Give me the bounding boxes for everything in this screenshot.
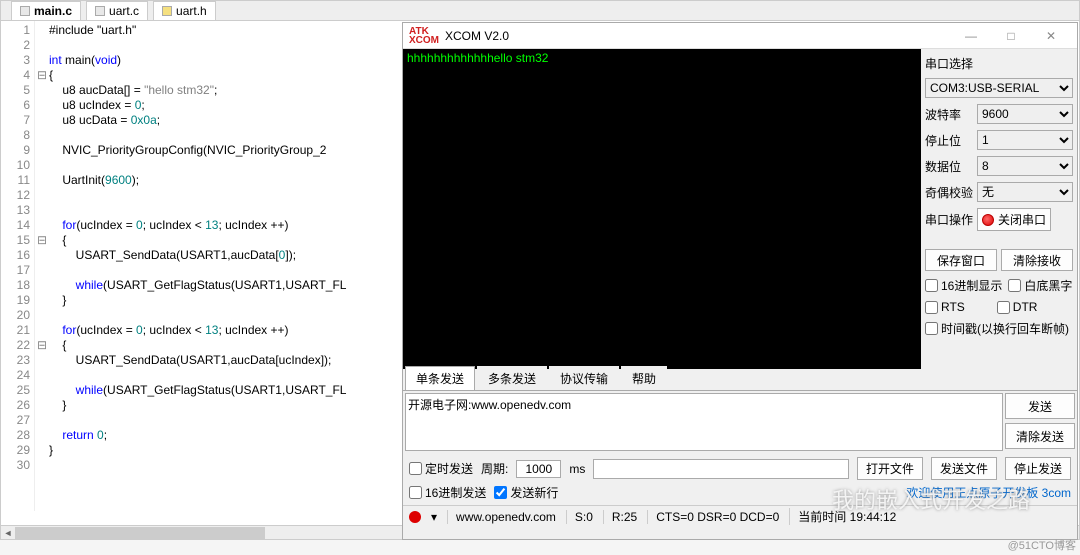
port-label: 串口选择 bbox=[925, 55, 1073, 72]
timestamp-checkbox[interactable] bbox=[925, 322, 938, 335]
status-url[interactable]: www.openedv.com bbox=[447, 510, 556, 524]
status-recv: R:25 bbox=[603, 510, 637, 524]
save-window-button[interactable]: 保存窗口 bbox=[925, 249, 997, 271]
whitebg-checkbox[interactable] bbox=[1008, 279, 1021, 292]
parity-label: 奇偶校验 bbox=[925, 184, 973, 201]
terminal-output[interactable]: hhhhhhhhhhhhhello stm32 bbox=[403, 49, 921, 369]
status-time: 19:44:12 bbox=[850, 510, 897, 524]
close-port-button[interactable]: 关闭串口 bbox=[977, 208, 1051, 231]
clear-recv-button[interactable]: 清除接收 bbox=[1001, 249, 1073, 271]
period-input[interactable] bbox=[516, 460, 561, 478]
parity-select[interactable]: 无 bbox=[977, 182, 1073, 202]
dtr-checkbox[interactable] bbox=[997, 301, 1010, 314]
tab-uart-h[interactable]: uart.h bbox=[153, 1, 216, 20]
status-sent: S:0 bbox=[566, 510, 593, 524]
status-lines: CTS=0 DSR=0 DCD=0 bbox=[647, 510, 779, 524]
line-gutter: 1234567891011121314151617181920212223242… bbox=[1, 21, 35, 511]
file-icon bbox=[95, 6, 105, 16]
baud-label: 波特率 bbox=[925, 106, 973, 123]
tab-multi-send[interactable]: 多条发送 bbox=[477, 366, 547, 390]
serial-settings-panel: 串口选择 COM3:USB-SERIAL 波特率9600 停止位1 数据位8 奇… bbox=[921, 49, 1077, 369]
port-status-icon bbox=[982, 214, 994, 226]
send-tabs: 单条发送 多条发送 协议传输 帮助 bbox=[403, 369, 1077, 391]
file-tabs: main.c uart.c uart.h bbox=[1, 1, 1079, 21]
status-bar: ▾ www.openedv.com S:0 R:25 CTS=0 DSR=0 D… bbox=[403, 505, 1077, 527]
send-button[interactable]: 发送 bbox=[1005, 393, 1075, 419]
timed-send-label: 定时发送 bbox=[425, 460, 473, 477]
timestamp-label: 时间戳(以换行回车断帧) bbox=[941, 320, 1069, 337]
newline-checkbox[interactable] bbox=[494, 486, 507, 499]
hex-send-checkbox[interactable] bbox=[409, 486, 422, 499]
dtr-label: DTR bbox=[1013, 300, 1038, 314]
data-label: 数据位 bbox=[925, 158, 973, 175]
ms-label: ms bbox=[569, 462, 585, 476]
tab-label: uart.h bbox=[176, 4, 207, 18]
tab-uart-c[interactable]: uart.c bbox=[86, 1, 148, 20]
timed-send-checkbox[interactable] bbox=[409, 462, 422, 475]
time-label: 当前时间 bbox=[798, 510, 846, 524]
tab-protocol[interactable]: 协议传输 bbox=[549, 366, 619, 390]
hex-display-checkbox[interactable] bbox=[925, 279, 938, 292]
xcom-titlebar[interactable]: ATKXCOM XCOM V2.0 — □ ✕ bbox=[403, 23, 1077, 49]
file-icon bbox=[20, 6, 30, 16]
send-textarea[interactable]: 开源电子网:www.openedv.com bbox=[405, 393, 1003, 451]
minimize-icon[interactable]: — bbox=[951, 29, 991, 43]
fold-column[interactable]: ⊟ ⊟ ⊟ bbox=[35, 21, 49, 511]
tab-label: uart.c bbox=[109, 4, 139, 18]
period-label: 周期: bbox=[481, 460, 508, 477]
close-icon[interactable]: ✕ bbox=[1031, 29, 1071, 43]
send-file-button[interactable]: 发送文件 bbox=[931, 457, 997, 480]
newline-label: 发送新行 bbox=[510, 484, 558, 501]
scroll-thumb[interactable] bbox=[15, 527, 265, 539]
stop-label: 停止位 bbox=[925, 132, 973, 149]
op-label: 串口操作 bbox=[925, 211, 973, 228]
rts-checkbox[interactable] bbox=[925, 301, 938, 314]
xcom-logo-icon: ATKXCOM bbox=[409, 27, 439, 45]
data-select[interactable]: 8 bbox=[977, 156, 1073, 176]
clear-send-button[interactable]: 清除发送 bbox=[1005, 423, 1075, 449]
tab-single-send[interactable]: 单条发送 bbox=[405, 366, 475, 390]
status-dot-icon bbox=[409, 511, 421, 523]
baud-select[interactable]: 9600 bbox=[977, 104, 1073, 124]
file-icon bbox=[162, 6, 172, 16]
open-file-button[interactable]: 打开文件 bbox=[857, 457, 923, 480]
hex-display-label: 16进制显示 bbox=[941, 277, 1002, 294]
hex-send-label: 16进制发送 bbox=[425, 484, 486, 501]
window-title: XCOM V2.0 bbox=[445, 29, 951, 43]
tab-help[interactable]: 帮助 bbox=[621, 366, 667, 390]
maximize-icon[interactable]: □ bbox=[991, 29, 1031, 43]
promo-link[interactable]: 欢迎使用正点原子开发板 3com bbox=[906, 484, 1071, 501]
port-select[interactable]: COM3:USB-SERIAL bbox=[925, 78, 1073, 98]
rts-label: RTS bbox=[941, 300, 965, 314]
tab-label: main.c bbox=[34, 4, 72, 18]
tab-main-c[interactable]: main.c bbox=[11, 1, 81, 20]
credit: @51CTO博客 bbox=[1008, 537, 1076, 553]
file-path-box[interactable] bbox=[593, 459, 849, 479]
stop-send-button[interactable]: 停止发送 bbox=[1005, 457, 1071, 480]
xcom-window: ATKXCOM XCOM V2.0 — □ ✕ hhhhhhhhhhhhhell… bbox=[402, 22, 1078, 540]
stop-select[interactable]: 1 bbox=[977, 130, 1073, 150]
whitebg-label: 白底黑字 bbox=[1024, 277, 1072, 294]
scroll-left-icon[interactable]: ◄ bbox=[1, 526, 15, 540]
